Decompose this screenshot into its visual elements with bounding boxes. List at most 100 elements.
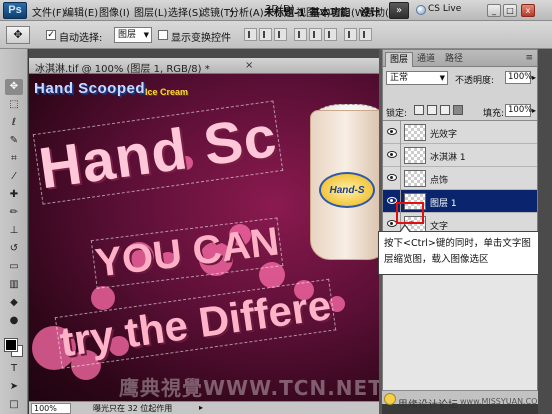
menu-analysis[interactable]: 分析(A) xyxy=(229,4,264,19)
document-tab-bar xyxy=(29,49,379,58)
blend-mode-dropdown[interactable]: 正常 ▼ xyxy=(386,71,448,85)
document-canvas[interactable]: Hand Scooped Ice Cream Hand-S Hand Sc YO… xyxy=(29,74,379,401)
dodge-tool-icon[interactable]: ● xyxy=(5,313,23,329)
menu-3d[interactable]: 3D(D) xyxy=(265,4,295,15)
lock-transparency-icon[interactable] xyxy=(414,105,424,115)
you-can-text: YOU CAN xyxy=(90,216,284,290)
auto-select-value: 图层 xyxy=(118,30,137,40)
logo-ice-cream: Ice Cream xyxy=(145,87,189,97)
lock-label: 锁定: xyxy=(386,109,408,119)
eraser-tool-icon[interactable]: ▭ xyxy=(5,259,23,275)
lock-pixels-icon[interactable] xyxy=(427,105,437,115)
document-tab[interactable]: 冰淇淋.tif @ 100% (图层 1, RGB/8) * × xyxy=(29,58,379,75)
panel-tabs: 图层 通道 路径 ≡ xyxy=(383,50,537,67)
blend-mode-value: 正常 xyxy=(390,73,409,83)
move-tool-icon[interactable]: ✥ xyxy=(5,79,23,95)
align-bottom-icon[interactable] xyxy=(274,28,287,41)
lock-position-icon[interactable] xyxy=(440,105,450,115)
menu-layer[interactable]: 图层(L) xyxy=(134,4,167,19)
menu-view[interactable]: 视图(V) xyxy=(296,4,331,19)
eyedropper-tool-icon[interactable]: ⁄ xyxy=(5,169,23,185)
eye-icon[interactable] xyxy=(387,151,397,158)
layer-thumbnail[interactable] xyxy=(404,147,426,164)
shape-tool-icon[interactable]: □ xyxy=(5,397,23,413)
document-tab-title: 冰淇淋.tif @ 100% (图层 1, RGB/8) * xyxy=(35,64,210,75)
distribute-top-icon[interactable] xyxy=(344,28,357,41)
fill-label: 填充: xyxy=(483,109,505,119)
tab-paths[interactable]: 路径 xyxy=(441,52,467,67)
layer-row[interactable]: 点饰 xyxy=(383,167,537,190)
layer-name: 光效字 xyxy=(430,130,458,140)
fill-field[interactable]: 100% xyxy=(505,104,532,117)
fill-arrow-icon[interactable]: ▸ xyxy=(532,106,536,115)
thumbnail-highlight-box xyxy=(396,202,424,224)
auto-select-dropdown[interactable]: 图层 ▼ xyxy=(114,27,152,43)
opacity-arrow-icon[interactable]: ▸ xyxy=(532,73,536,82)
zoom-field[interactable]: 100% xyxy=(31,403,71,414)
menu-file[interactable]: 文件(F) xyxy=(32,4,66,19)
menu-image[interactable]: 图像(I) xyxy=(99,4,130,19)
history-brush-tool-icon[interactable]: ↺ xyxy=(5,241,23,257)
align-top-icon[interactable] xyxy=(244,28,257,41)
layer-row[interactable]: 冰淇淋 1 xyxy=(383,144,537,167)
panel-menu-icon[interactable]: ≡ xyxy=(525,53,533,63)
align-left-icon[interactable] xyxy=(294,28,307,41)
tab-layers[interactable]: 图层 xyxy=(385,52,414,67)
opacity-label: 不透明度: xyxy=(455,76,495,86)
eye-icon[interactable] xyxy=(387,128,397,135)
logo-hand-scooped: Hand Scooped xyxy=(34,80,146,97)
blur-tool-icon[interactable]: ◆ xyxy=(5,295,23,311)
auto-select-label: 自动选择: xyxy=(59,33,103,44)
align-middle-icon[interactable] xyxy=(259,28,272,41)
layer-thumbnail[interactable] xyxy=(404,124,426,141)
watermark-site-url: www.MISSYUAN.COM xyxy=(460,397,545,406)
menu-window[interactable]: 窗口(W) xyxy=(331,4,369,19)
instruction-callout: 按下<Ctrl>键的同时，单击文字图层缩览图，载入图像选区 xyxy=(378,224,544,275)
panel-dock-edge xyxy=(538,49,552,414)
menu-edit[interactable]: 编辑(E) xyxy=(64,4,98,19)
tools-panel: ✥ ⬚ ℓ ✎ ⌗ ⁄ ✚ ✏ ⊥ ↺ ▭ ▥ ◆ ● ✒ T ➤ □ xyxy=(0,49,28,414)
close-icon[interactable]: × xyxy=(245,60,253,71)
distribute-middle-icon[interactable] xyxy=(359,28,372,41)
options-bar: ✥ ✓ 自动选择: 图层 ▼ 显示变换控件 xyxy=(0,21,552,49)
healing-brush-tool-icon[interactable]: ✚ xyxy=(5,187,23,203)
marquee-tool-icon[interactable]: ⬚ xyxy=(5,97,23,113)
menu-help[interactable]: 帮助(H) xyxy=(365,4,400,19)
type-tool-icon[interactable]: T xyxy=(5,361,23,377)
watermark-site-name: 思缘设计论坛 xyxy=(398,400,458,411)
layer-thumbnail[interactable] xyxy=(404,170,426,187)
eye-icon[interactable] xyxy=(387,174,397,181)
watermark-text: 鹰典視覺WWW.TCN.NET xyxy=(119,376,379,400)
crop-tool-icon[interactable]: ⌗ xyxy=(5,151,23,167)
menu-select[interactable]: 选择(S) xyxy=(168,4,202,19)
status-bar: 100% 曝光只在 32 位起作用 ▸ xyxy=(29,401,379,414)
layer-name: 冰淇淋 1 xyxy=(430,153,466,163)
show-transform-checkbox[interactable] xyxy=(158,30,168,40)
lock-all-icon[interactable] xyxy=(453,105,463,115)
path-select-tool-icon[interactable]: ➤ xyxy=(5,379,23,395)
site-logo-icon xyxy=(384,393,396,405)
lasso-tool-icon[interactable]: ℓ xyxy=(5,115,23,131)
show-transform-label: 显示变换控件 xyxy=(171,33,231,44)
align-center-icon[interactable] xyxy=(309,28,322,41)
layer-name: 图层 1 xyxy=(430,199,457,209)
clone-stamp-tool-icon[interactable]: ⊥ xyxy=(5,223,23,239)
chevron-down-icon: ▼ xyxy=(439,74,445,82)
opacity-field[interactable]: 100% xyxy=(505,71,532,84)
tab-channels[interactable]: 通道 xyxy=(413,52,439,67)
pink-dot xyxy=(91,286,115,310)
status-info: 曝光只在 32 位起作用 xyxy=(93,404,173,413)
chevron-down-icon: ▼ xyxy=(143,31,149,39)
brush-tool-icon[interactable]: ✏ xyxy=(5,205,23,221)
foreground-color-swatch[interactable] xyxy=(4,338,18,352)
photoshop-logo: Ps xyxy=(3,2,27,19)
status-menu-arrow-icon[interactable]: ▸ xyxy=(199,403,203,412)
headline-text: Hand Sc xyxy=(32,99,284,206)
gradient-tool-icon[interactable]: ▥ xyxy=(5,277,23,293)
layer-row[interactable]: 光效字 xyxy=(383,121,537,144)
quick-select-tool-icon[interactable]: ✎ xyxy=(5,133,23,149)
move-tool-preset-icon[interactable]: ✥ xyxy=(6,26,30,44)
auto-select-checkbox[interactable]: ✓ xyxy=(46,30,56,40)
menu-bar: Ps 文件(F) 编辑(E) 图像(I) 图层(L) 选择(S) 滤镜(T) 分… xyxy=(0,0,552,21)
align-right-icon[interactable] xyxy=(324,28,337,41)
